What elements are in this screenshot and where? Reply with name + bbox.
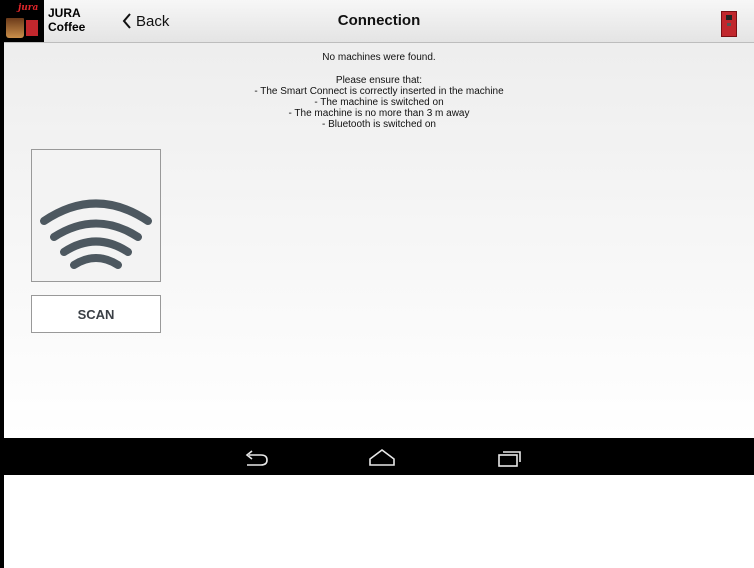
blank-area bbox=[4, 475, 754, 568]
nav-back-icon[interactable] bbox=[241, 446, 271, 468]
top-bar: jura JURA Coffee Back Connection bbox=[4, 0, 754, 43]
machine-spout bbox=[727, 23, 731, 26]
connection-message: No machines were found. Please ensure th… bbox=[4, 52, 754, 130]
app-screen: jura JURA Coffee Back Connection No mach… bbox=[4, 0, 754, 438]
message-item: - The machine is switched on bbox=[314, 97, 444, 108]
nav-home-icon[interactable] bbox=[367, 446, 397, 468]
message-item: - Bluetooth is switched on bbox=[322, 119, 436, 130]
nav-recents-icon[interactable] bbox=[494, 446, 524, 468]
android-navigation-bar bbox=[4, 438, 754, 475]
message-intro: Please ensure that: bbox=[335, 75, 423, 86]
message-item: - The Smart Connect is correctly inserte… bbox=[254, 86, 504, 97]
message-headline: No machines were found. bbox=[322, 52, 436, 63]
machine-screen bbox=[726, 15, 732, 20]
scan-button[interactable]: SCAN bbox=[31, 295, 161, 333]
wireless-signal-icon bbox=[40, 199, 152, 269]
message-item: - The machine is no more than 3 m away bbox=[288, 108, 470, 119]
page-title: Connection bbox=[337, 12, 421, 29]
scan-wireless-tile[interactable] bbox=[31, 149, 161, 282]
coffee-machine-icon[interactable] bbox=[721, 11, 737, 37]
